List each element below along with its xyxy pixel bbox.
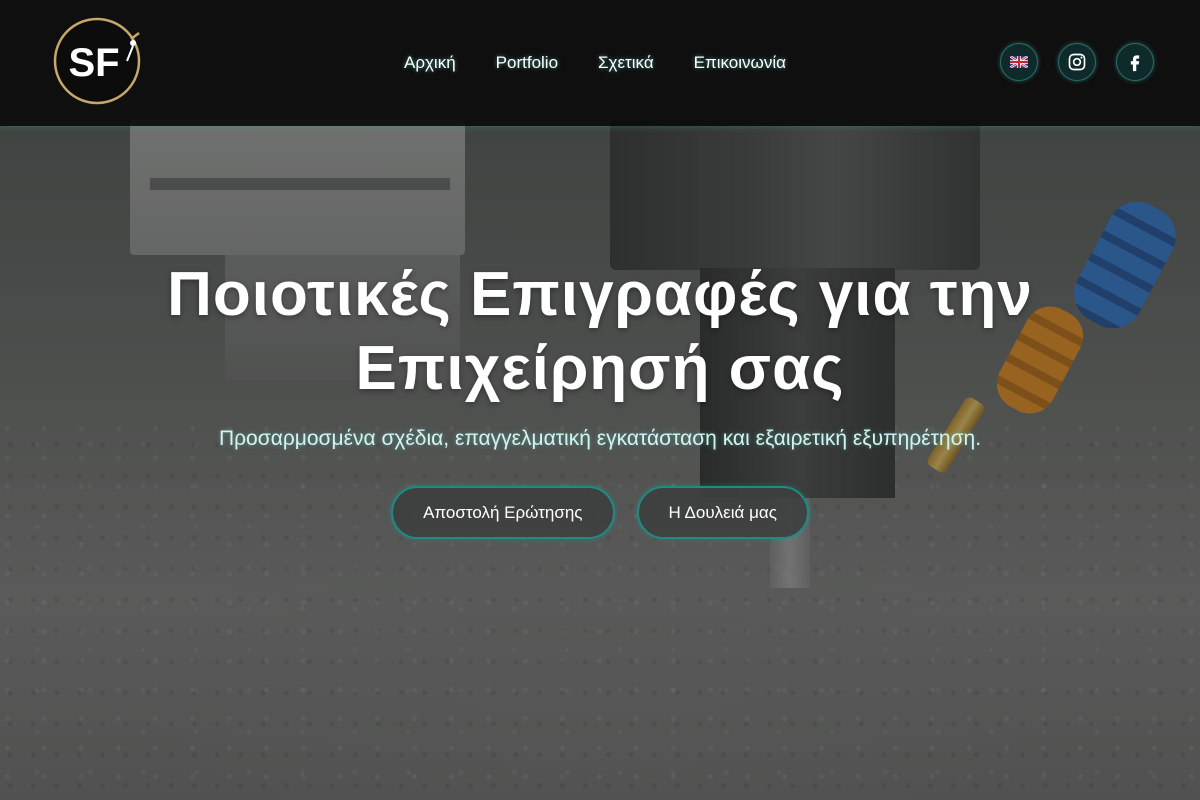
header-social-links	[1000, 43, 1154, 81]
site-header: SF Αρχική Portfolio Σχετικά Επικοινωνία	[0, 0, 1200, 126]
instagram-button[interactable]	[1058, 43, 1096, 81]
send-inquiry-button[interactable]: Αποστολή Ερώτησης	[391, 486, 615, 539]
facebook-icon	[1130, 55, 1140, 72]
sf-logo-icon: SF	[53, 17, 141, 105]
main-nav: Αρχική Portfolio Σχετικά Επικοινωνία	[384, 48, 806, 78]
page: SF Αρχική Portfolio Σχετικά Επικοινωνία	[0, 0, 1200, 800]
site-logo[interactable]: SF	[53, 17, 141, 105]
hero-buttons: Αποστολή Ερώτησης Η Δουλειά μας	[0, 486, 1200, 539]
instagram-icon	[1068, 53, 1086, 71]
nav-link-portfolio[interactable]: Portfolio	[476, 48, 578, 78]
hero-section: Ποιοτικές Επιγραφές για την Επιχείρησή σ…	[0, 258, 1200, 539]
nav-link-home[interactable]: Αρχική	[384, 48, 476, 78]
logo-text: SF	[68, 41, 119, 85]
facebook-button[interactable]	[1116, 43, 1154, 81]
language-button[interactable]	[1000, 43, 1038, 81]
nav-link-contact[interactable]: Επικοινωνία	[674, 48, 806, 78]
our-work-button[interactable]: Η Δουλειά μας	[636, 486, 809, 539]
hero-title: Ποιοτικές Επιγραφές για την Επιχείρησή σ…	[167, 260, 1033, 403]
nav-link-about[interactable]: Σχετικά	[578, 48, 674, 78]
uk-flag-icon	[1010, 56, 1028, 68]
hero-subtitle: Προσαρμοσμένα σχέδια, επαγγελματική εγκα…	[218, 427, 982, 450]
